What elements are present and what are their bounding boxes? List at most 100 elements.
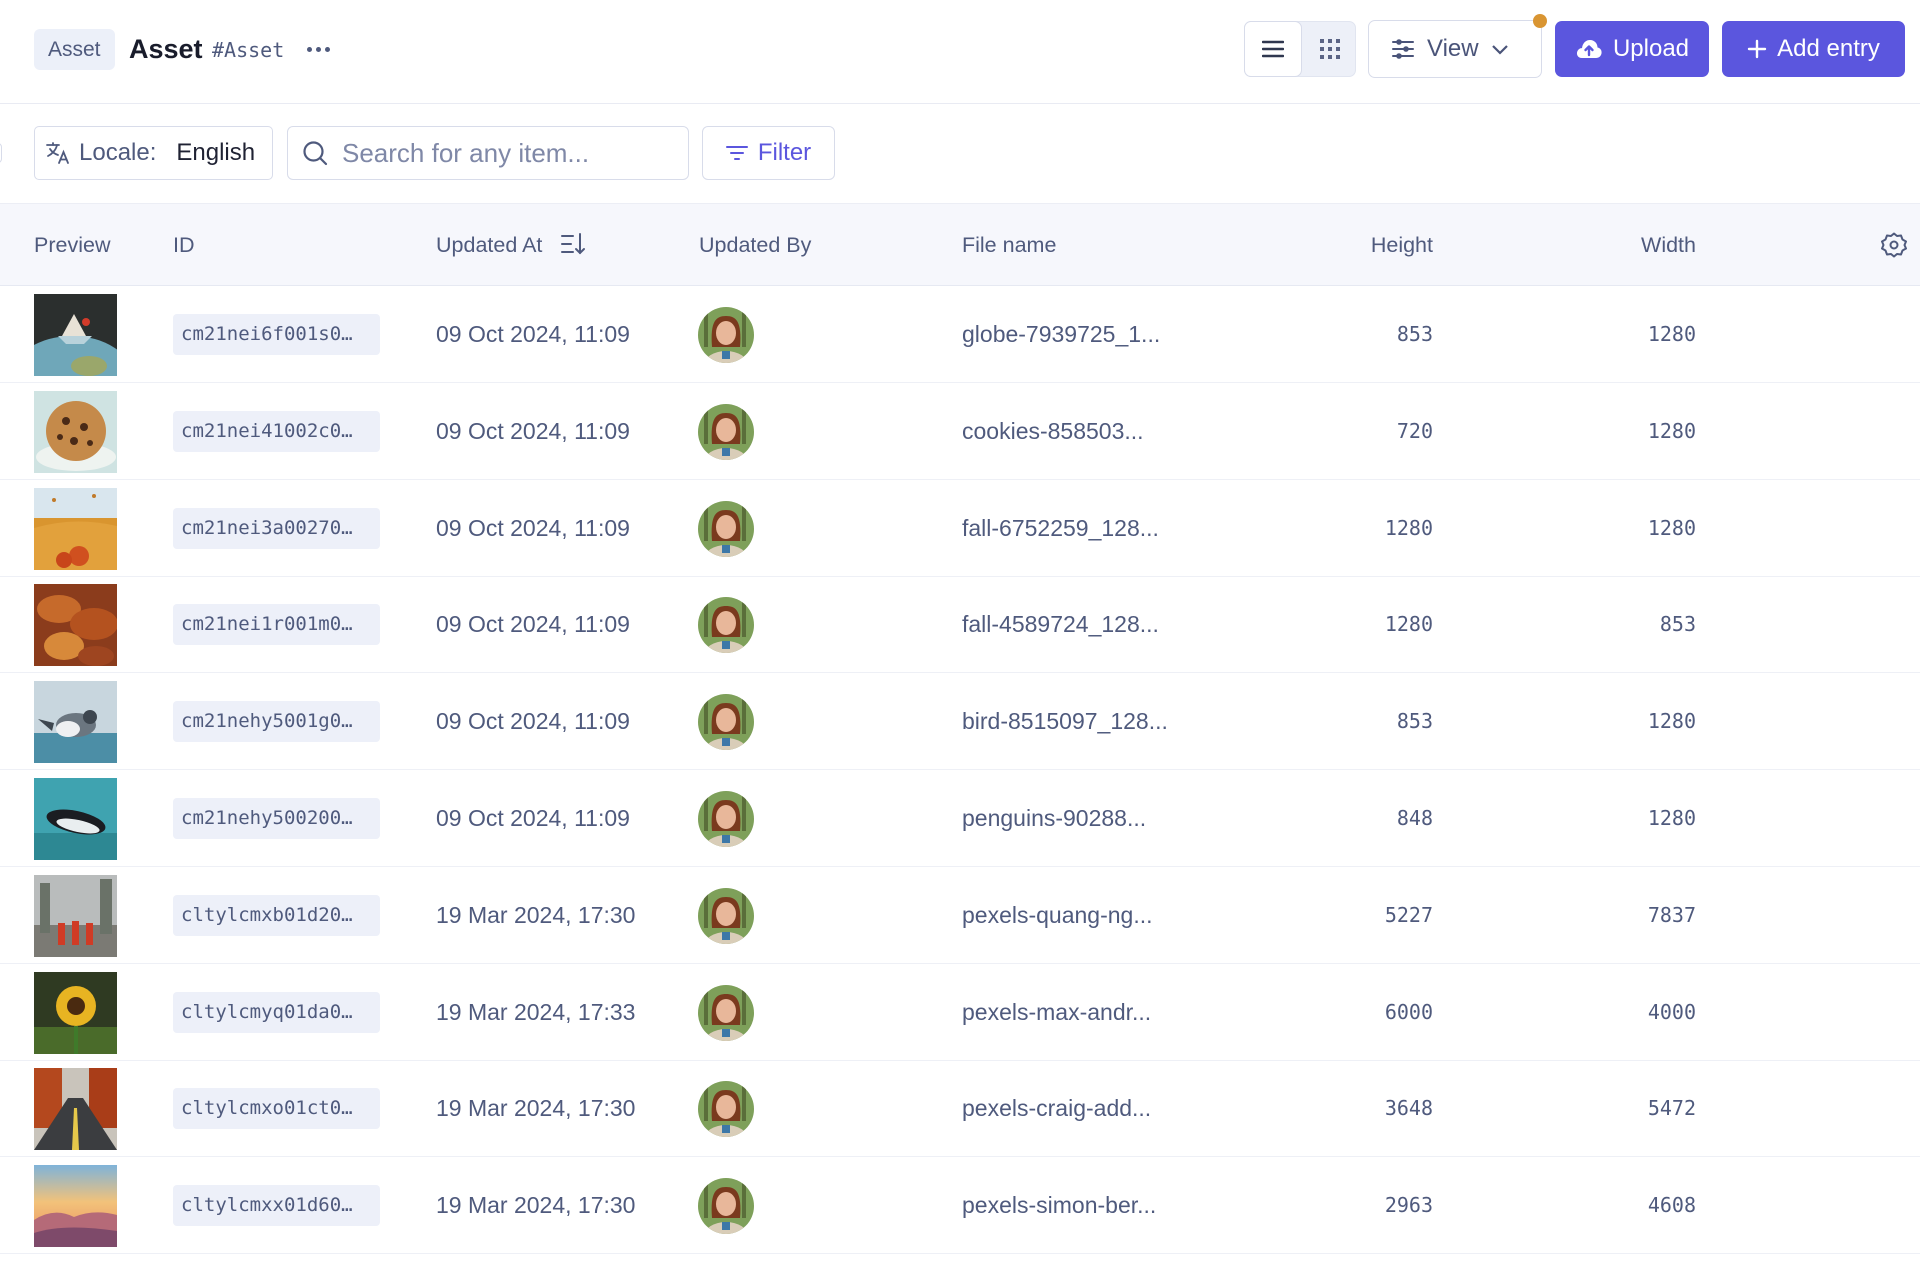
image-width: 1280 bbox=[1647, 418, 1696, 443]
view-button-label: View bbox=[1427, 35, 1479, 62]
updated-at: 19 Mar 2024, 17:30 bbox=[436, 901, 636, 928]
preview-thumbnail-sunset[interactable] bbox=[34, 1165, 117, 1248]
table-row[interactable]: cltylcmyq01da0… 19 Mar 2024, 17:33 pexel… bbox=[0, 964, 1920, 1061]
avatar bbox=[698, 1178, 754, 1235]
entry-id[interactable]: cm21nehy500200… bbox=[173, 798, 380, 839]
entry-id[interactable]: cm21nei6f001s0… bbox=[173, 314, 380, 355]
table-row[interactable]: cm21nei1r001m0… 09 Oct 2024, 11:09 fall-… bbox=[0, 576, 1920, 674]
updated-at: 09 Oct 2024, 11:09 bbox=[436, 805, 630, 831]
image-height: 1280 bbox=[1384, 612, 1433, 637]
entry-id[interactable]: cm21nei41002c0… bbox=[173, 410, 380, 452]
preview-thumbnail-cookies[interactable] bbox=[34, 390, 117, 473]
table-row[interactable]: cltylcmxo01ct0… 19 Mar 2024, 17:30 pexel… bbox=[0, 1060, 1920, 1158]
image-height: 6000 bbox=[1384, 999, 1433, 1024]
entry-id[interactable]: cltylcmxx01d60… bbox=[173, 1185, 380, 1227]
file-name: pexels-quang-ng... bbox=[962, 901, 1153, 928]
column-header-file-name[interactable]: File name bbox=[962, 204, 1056, 286]
filter-icon bbox=[725, 146, 748, 160]
avatar bbox=[698, 694, 754, 751]
file-name: pexels-simon-ber... bbox=[962, 1192, 1157, 1219]
entry-id[interactable]: cltylcmxo01ct0… bbox=[173, 1088, 380, 1130]
add-entry-button[interactable]: Add entry bbox=[1722, 21, 1905, 77]
entry-id[interactable]: cm21nei1r001m0… bbox=[173, 604, 380, 646]
add-entry-button-label: Add entry bbox=[1777, 35, 1880, 62]
image-width: 1280 bbox=[1647, 515, 1696, 540]
image-width: 5472 bbox=[1647, 1096, 1696, 1121]
image-width: 853 bbox=[1659, 612, 1696, 637]
image-width: 1280 bbox=[1647, 806, 1696, 830]
column-header-height[interactable]: Height bbox=[1313, 204, 1433, 286]
image-height: 3648 bbox=[1384, 1096, 1433, 1121]
page-title: Asset bbox=[129, 34, 203, 64]
translate-icon bbox=[46, 142, 69, 164]
updated-at: 09 Oct 2024, 11:09 bbox=[436, 514, 630, 541]
preview-thumbnail-bird[interactable] bbox=[34, 681, 117, 764]
column-header-id[interactable]: ID bbox=[173, 204, 195, 286]
file-name: globe-7939725_1... bbox=[962, 321, 1161, 347]
image-width: 4608 bbox=[1647, 1193, 1696, 1218]
preview-thumbnail-penguin[interactable] bbox=[34, 778, 117, 860]
sidebar-collapse-handle[interactable] bbox=[0, 143, 2, 163]
preview-thumbnail-road[interactable] bbox=[34, 1068, 117, 1151]
search-box bbox=[287, 126, 689, 180]
table-row[interactable]: cm21nei3a00270… 09 Oct 2024, 11:09 fall-… bbox=[0, 480, 1920, 577]
grid-view-button[interactable] bbox=[1303, 22, 1356, 76]
file-name: fall-6752259_128... bbox=[962, 514, 1159, 541]
search-icon bbox=[303, 141, 328, 166]
table-row[interactable]: cm21nei41002c0… 09 Oct 2024, 11:09 cooki… bbox=[0, 383, 1920, 480]
upload-button[interactable]: Upload bbox=[1555, 21, 1709, 77]
updated-at: 09 Oct 2024, 11:09 bbox=[436, 611, 630, 638]
table-row[interactable]: cm21nehy5001g0… 09 Oct 2024, 11:09 bird-… bbox=[0, 673, 1920, 771]
upload-button-label: Upload bbox=[1612, 35, 1690, 62]
column-header-updated-by[interactable]: Updated By bbox=[699, 204, 811, 286]
image-height: 5227 bbox=[1384, 902, 1433, 927]
avatar bbox=[698, 984, 754, 1041]
table-row[interactable]: cm21nei6f001s0… 09 Oct 2024, 11:09 globe… bbox=[0, 286, 1920, 383]
entry-id[interactable]: cltylcmyq01da0… bbox=[173, 991, 380, 1033]
entry-id[interactable]: cm21nei3a00270… bbox=[173, 507, 380, 549]
locale-selector[interactable]: Locale: English bbox=[34, 126, 273, 180]
chevron-down-icon bbox=[1491, 45, 1508, 55]
avatar bbox=[698, 791, 754, 847]
grid-view-icon bbox=[1319, 39, 1340, 59]
cloud-upload-icon bbox=[1576, 40, 1602, 58]
column-header-width[interactable]: Width bbox=[1576, 204, 1696, 286]
plus-icon bbox=[1747, 39, 1767, 59]
preview-thumbnail-globe[interactable] bbox=[34, 294, 117, 376]
file-name: cookies-858503... bbox=[962, 417, 1144, 444]
file-name: pexels-max-andr... bbox=[962, 998, 1152, 1025]
column-header-updated-at[interactable]: Updated At bbox=[436, 204, 586, 286]
image-height: 1280 bbox=[1384, 515, 1433, 540]
top-bar: Asset Asset #Asset View Upload Add entry bbox=[0, 0, 1920, 104]
view-button[interactable]: View bbox=[1368, 20, 1542, 78]
api-id: #Asset bbox=[212, 38, 285, 62]
avatar bbox=[698, 403, 754, 460]
table-row[interactable]: cm21nehy500200… 09 Oct 2024, 11:09 pengu… bbox=[0, 770, 1920, 867]
search-input[interactable] bbox=[342, 137, 672, 169]
filter-button-label: Filter bbox=[757, 139, 812, 166]
file-name: bird-8515097_128... bbox=[962, 708, 1168, 735]
file-name: pexels-craig-add... bbox=[962, 1095, 1152, 1122]
table-header: Preview ID Updated At Updated By File na… bbox=[0, 203, 1920, 286]
sort-descending-icon[interactable] bbox=[560, 232, 586, 256]
preview-thumbnail-runners[interactable] bbox=[34, 874, 117, 957]
entry-id[interactable]: cm21nehy5001g0… bbox=[173, 701, 380, 743]
updated-at: 09 Oct 2024, 11:09 bbox=[436, 417, 630, 444]
preview-thumbnail-fall-field[interactable] bbox=[34, 487, 117, 570]
table-row[interactable]: cltylcmxx01d60… 19 Mar 2024, 17:30 pexel… bbox=[0, 1157, 1920, 1255]
gear-icon[interactable] bbox=[1880, 231, 1908, 259]
filter-button[interactable]: Filter bbox=[702, 126, 835, 180]
table-row[interactable]: cltylcmxb01d20… 19 Mar 2024, 17:30 pexel… bbox=[0, 867, 1920, 964]
entry-id[interactable]: cltylcmxb01d20… bbox=[173, 894, 380, 936]
image-height: 853 bbox=[1396, 322, 1433, 346]
preview-thumbnail-fall-leaves[interactable] bbox=[34, 584, 117, 667]
more-icon[interactable] bbox=[303, 34, 333, 64]
avatar bbox=[698, 307, 754, 363]
updated-at: 19 Mar 2024, 17:33 bbox=[436, 998, 636, 1025]
column-header-updated-at-label: Updated At bbox=[436, 233, 543, 257]
list-view-button[interactable] bbox=[1244, 21, 1302, 77]
preview-thumbnail-sunflower[interactable] bbox=[34, 971, 117, 1054]
locale-value: English bbox=[176, 139, 256, 166]
avatar bbox=[698, 597, 754, 654]
avatar bbox=[698, 500, 754, 557]
